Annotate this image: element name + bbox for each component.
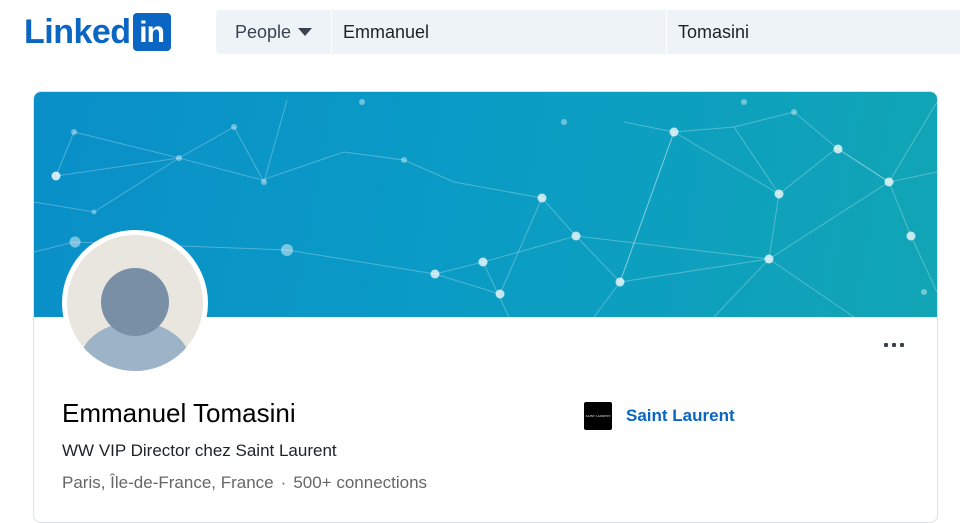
last-name-input[interactable]: Tomasini <box>667 10 960 54</box>
first-name-value: Emmanuel <box>343 21 430 42</box>
caret-down-icon <box>298 28 313 36</box>
meta-separator: · <box>280 473 287 492</box>
connections-count: 500+ connections <box>293 473 428 492</box>
search-bar: People Emmanuel Tomasini <box>216 10 960 54</box>
current-company-link[interactable]: SAINT LAURENT Saint Laurent <box>584 402 735 430</box>
profile-meta: Paris, Île-de-France, France · 500+ connec… <box>62 473 427 493</box>
profile-card: Emmanuel Tomasini WW VIP Director chez S… <box>33 91 938 523</box>
last-name-value: Tomasini <box>678 21 750 42</box>
linkedin-logo[interactable]: Linked in <box>24 12 171 52</box>
default-avatar-icon <box>67 235 203 371</box>
more-horizontal-icon <box>884 343 888 347</box>
company-logo: SAINT LAURENT <box>584 402 612 430</box>
more-horizontal-icon <box>900 343 904 347</box>
logo-wordmark: Linked <box>24 13 131 51</box>
company-logo-text: SAINT LAURENT <box>585 414 611 418</box>
avatar-head-shape <box>101 268 169 336</box>
search-type-dropdown[interactable]: People <box>216 10 332 54</box>
company-name: Saint Laurent <box>626 406 735 425</box>
logo-in-box: in <box>132 13 171 51</box>
more-horizontal-icon <box>892 343 896 347</box>
profile-photo[interactable] <box>62 230 208 376</box>
profile-location: Paris, Île-de-France, France <box>62 473 274 492</box>
more-actions-button[interactable] <box>874 330 914 360</box>
search-type-label: People <box>235 21 292 42</box>
profile-headline: WW VIP Director chez Saint Laurent <box>62 441 337 460</box>
first-name-input[interactable]: Emmanuel <box>332 10 667 54</box>
profile-name: Emmanuel Tomasini <box>62 398 296 428</box>
